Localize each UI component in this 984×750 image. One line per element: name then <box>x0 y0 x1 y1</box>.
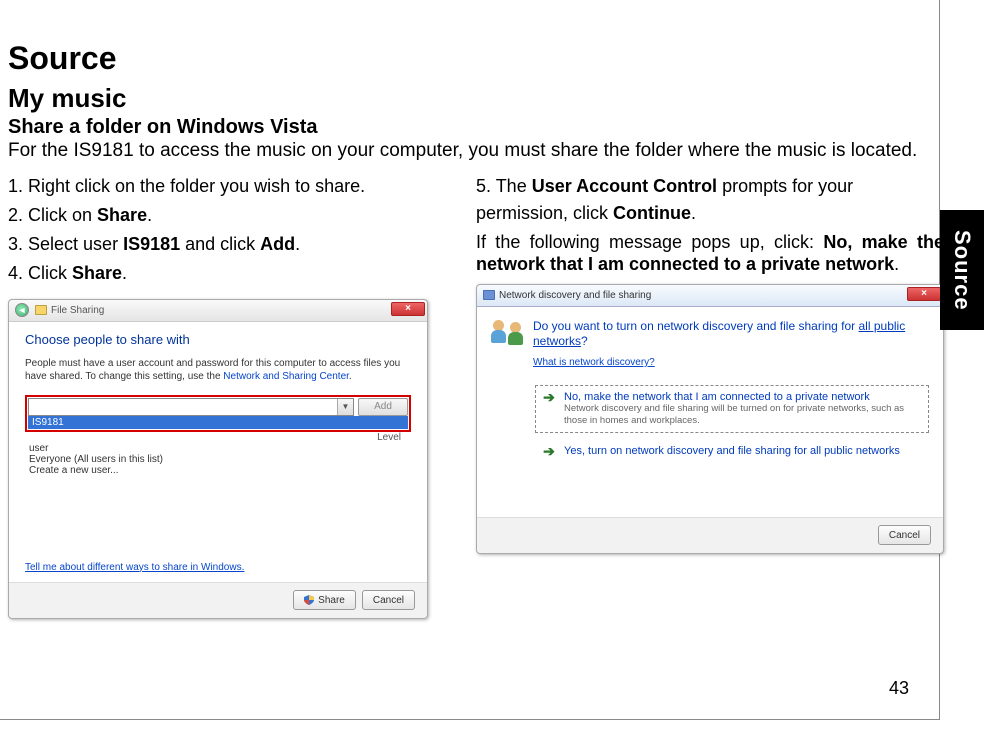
dialog2-titlebar: Network discovery and file sharing × <box>477 285 943 307</box>
option2-title: Yes, turn on network discovery and file … <box>564 445 900 457</box>
shield-icon <box>304 595 314 605</box>
intro-text: For the IS9181 to access the music on yo… <box>8 139 927 163</box>
arrow-icon: ➔ <box>542 445 556 459</box>
file-sharing-dialog: ◄ File Sharing × Choose people to share … <box>8 299 428 619</box>
dropdown-arrow-icon[interactable]: ▼ <box>337 399 353 415</box>
add-button[interactable]: Add <box>358 398 408 416</box>
selected-user-row[interactable]: IS9181 <box>28 416 408 429</box>
folder-icon <box>35 305 47 315</box>
people-icon <box>491 319 523 347</box>
side-tab: Source <box>940 210 984 330</box>
list-row-everyone[interactable]: Everyone (All users in this list) <box>25 454 411 465</box>
list-row-create[interactable]: Create a new user... <box>25 465 411 476</box>
network-icon <box>483 290 495 300</box>
page-number: 43 <box>889 678 909 699</box>
share-button[interactable]: Share <box>293 590 356 610</box>
dialog1-titlebar: ◄ File Sharing × <box>9 300 427 322</box>
what-is-link[interactable]: What is network discovery? <box>533 356 929 369</box>
step-1: 1. Right click on the folder you wish to… <box>8 173 448 200</box>
step-2: 2. Click on Share. <box>8 202 448 229</box>
dialog2-title: Network discovery and file sharing <box>499 290 651 301</box>
column-level: Level <box>25 432 411 443</box>
steps-left: 1. Right click on the folder you wish to… <box>8 173 448 287</box>
cancel-button[interactable]: Cancel <box>362 590 415 610</box>
dialog1-heading: Choose people to share with <box>25 332 411 347</box>
step-4: 4. Click Share. <box>8 260 448 287</box>
option1-subtext: Network discovery and file sharing will … <box>564 403 922 427</box>
page-title: Source <box>8 40 927 77</box>
user-select-box: ▼ Add IS9181 <box>25 395 411 432</box>
option-public-network[interactable]: ➔ Yes, turn on network discovery and fil… <box>535 439 929 465</box>
followup-text: If the following message pops up, click:… <box>476 231 944 276</box>
section-heading: Share a folder on Windows Vista <box>8 116 927 139</box>
user-dropdown[interactable]: ▼ <box>28 398 354 416</box>
option-private-network[interactable]: ➔ No, make the network that I am connect… <box>535 385 929 433</box>
list-row-user[interactable]: user <box>25 443 411 454</box>
arrow-icon: ➔ <box>542 391 556 405</box>
dialog1-subtext: People must have a user account and pass… <box>25 357 411 383</box>
dialog2-question: Do you want to turn on network discovery… <box>533 319 929 369</box>
network-center-link[interactable]: Network and Sharing Center <box>223 371 349 382</box>
user-list: Level user Everyone (All users in this l… <box>25 432 411 476</box>
network-discovery-dialog: Network discovery and file sharing × <box>476 284 944 554</box>
help-link[interactable]: Tell me about different ways to share in… <box>25 562 244 573</box>
option1-title: No, make the network that I am connected… <box>564 391 922 403</box>
back-button-icon[interactable]: ◄ <box>15 303 29 317</box>
close-button[interactable]: × <box>391 302 425 316</box>
dialog1-title: File Sharing <box>51 305 104 316</box>
step-5: 5. The User Account Control prompts for … <box>476 173 944 227</box>
step-3: 3. Select user IS9181 and click Add. <box>8 231 448 258</box>
close-button[interactable]: × <box>907 287 941 301</box>
cancel-button[interactable]: Cancel <box>878 525 931 545</box>
page-subtitle: My music <box>8 83 927 114</box>
